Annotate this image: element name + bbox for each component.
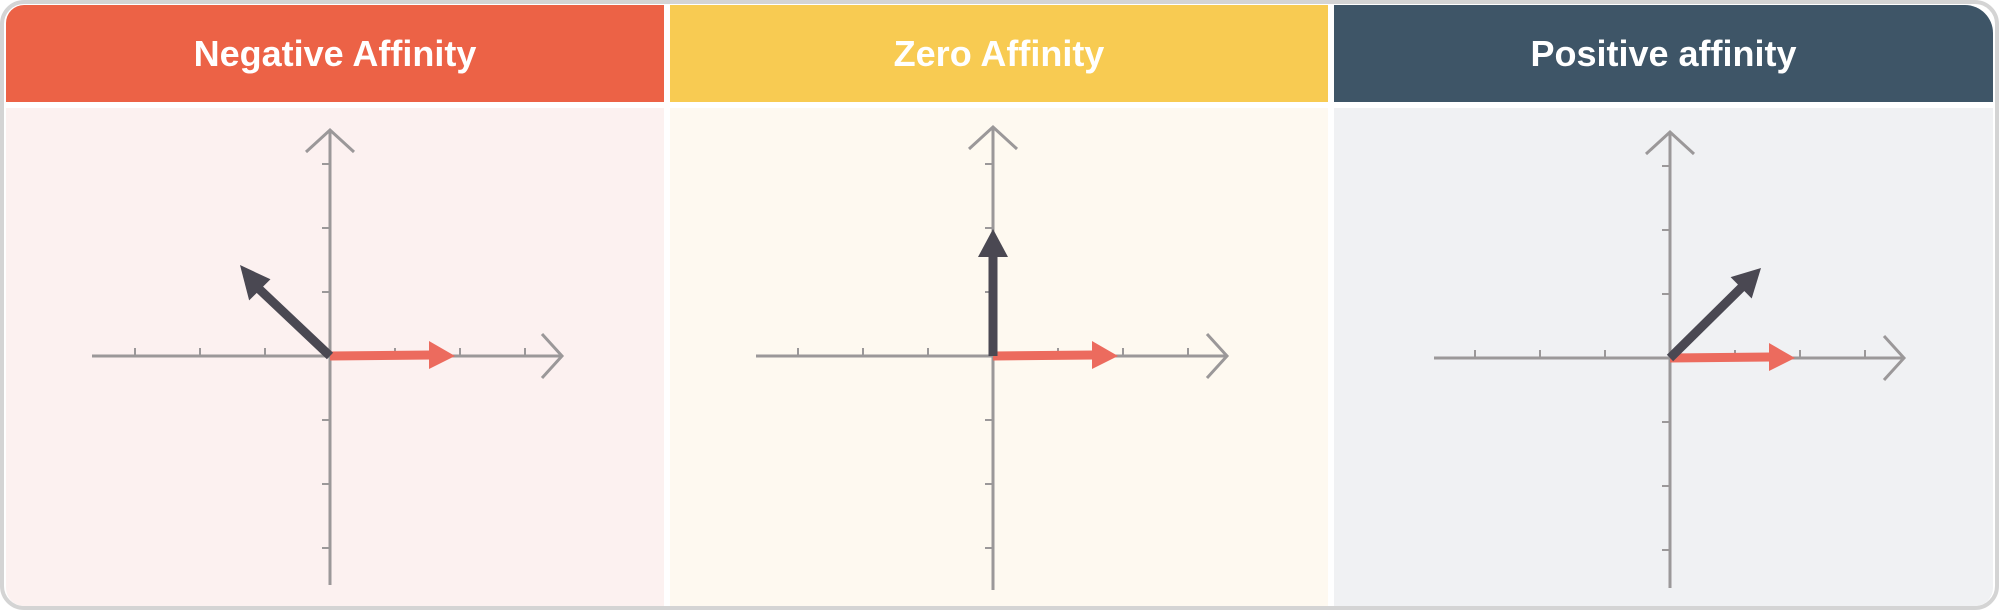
panel3-gray-vector: [1666, 281, 1748, 362]
panel1-red-vector-arrow-icon: [429, 341, 455, 369]
panel3-red-vector-arrow-icon: [1769, 343, 1795, 371]
panel2-gray-vector-arrow-icon: [978, 229, 1008, 257]
panel1-red-vector: [329, 350, 432, 361]
panel2-red-vector-arrow-icon: [1092, 341, 1118, 369]
vector-plots: [92, 124, 1907, 590]
panel3-red-vector: [1669, 352, 1772, 363]
affinity-comparison: Negative Affinity Zero Affinity Positive…: [0, 0, 1999, 612]
panel2-red-vector: [992, 350, 1095, 361]
panel1-gray-vector: [253, 283, 334, 360]
